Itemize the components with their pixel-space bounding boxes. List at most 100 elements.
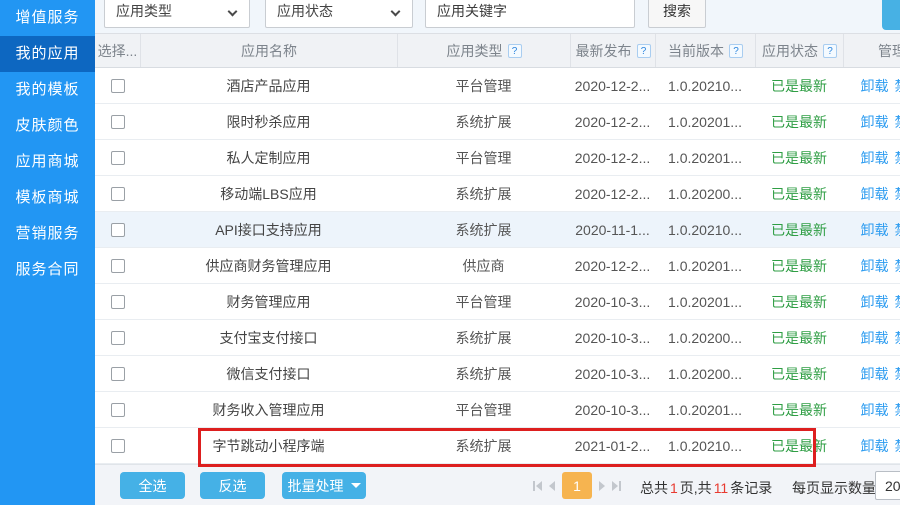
app-name-cell: 移动端LBS应用 [140,176,397,211]
checkbox-cell [95,176,140,211]
sidebar-item-6[interactable]: 营销服务 [0,216,95,252]
uninstall-link[interactable]: 卸载 [861,112,889,132]
sidebar-item-0[interactable]: 增值服务 [0,0,95,36]
app-name-cell: 私人定制应用 [140,140,397,175]
disable-link[interactable]: 禁用 [895,184,900,204]
version-cell: 1.0.20201... [655,392,755,427]
invert-selection-button[interactable]: 反选 [200,472,265,499]
app-type-cell: 系统扩展 [397,104,570,139]
uninstall-link[interactable]: 卸载 [861,220,889,240]
uninstall-link[interactable]: 卸载 [861,328,889,348]
column-header-2: 应用类型? [397,34,570,67]
column-header-label: 应用类型 [447,41,503,61]
uninstall-link[interactable]: 卸载 [861,292,889,312]
app-status-select[interactable]: 应用状态 [265,0,413,28]
table-row: 私人定制应用平台管理2020-12-2...1.0.20201...已是最新卸载… [95,140,900,176]
app-type-cell: 系统扩展 [397,428,570,463]
disable-link[interactable]: 禁用 [895,112,900,132]
checkbox-cell [95,68,140,103]
first-page-button[interactable] [533,481,542,491]
checkbox-cell [95,104,140,139]
last-page-button[interactable] [612,481,621,491]
record-count: 11 [714,480,729,496]
version-cell: 1.0.20200... [655,356,755,391]
help-icon[interactable]: ? [729,44,743,58]
search-button[interactable]: 搜索 [648,0,706,28]
per-page-select[interactable]: 20 [875,471,900,500]
disable-link[interactable]: 禁用 [895,364,900,384]
status-cell: 已是最新 [755,212,843,247]
app-name-cell: 支付宝支付接口 [140,320,397,355]
sidebar-item-7[interactable]: 服务合同 [0,252,95,288]
batch-process-button[interactable]: 批量处理 [282,472,366,499]
app-type-cell: 供应商 [397,248,570,283]
status-cell: 已是最新 [755,248,843,283]
app-type-cell: 平台管理 [397,284,570,319]
uninstall-link[interactable]: 卸载 [861,184,889,204]
help-icon[interactable]: ? [637,44,651,58]
disable-link[interactable]: 禁用 [895,436,900,456]
sidebar-item-4[interactable]: 应用商城 [0,144,95,180]
next-page-button[interactable] [599,481,605,491]
app-type-select[interactable]: 应用类型 [104,0,250,28]
row-checkbox[interactable] [111,439,125,453]
release-date-cell: 2021-01-2... [570,428,655,463]
status-cell: 已是最新 [755,176,843,211]
column-header-label: 当前版本 [668,41,724,61]
row-checkbox[interactable] [111,187,125,201]
disable-link[interactable]: 禁用 [895,400,900,420]
column-header-5: 应用状态? [755,34,843,67]
sidebar-item-1[interactable]: 我的应用 [0,36,95,72]
column-header-label: 管理 [878,41,900,61]
prev-page-button[interactable] [549,481,555,491]
row-checkbox[interactable] [111,295,125,309]
disable-link[interactable]: 禁用 [895,76,900,96]
footer-bar: 全选 反选 批量处理 1 总共1页,共11条记录 每页显示数量: 20 [95,464,900,505]
app-name-cell: 财务收入管理应用 [140,392,397,427]
row-checkbox[interactable] [111,367,125,381]
app-status-select-value: 应用状态 [277,1,333,21]
disable-link[interactable]: 禁用 [895,328,900,348]
disable-link[interactable]: 禁用 [895,256,900,276]
row-checkbox[interactable] [111,403,125,417]
column-header-label: 选择... [98,41,138,61]
row-checkbox[interactable] [111,259,125,273]
uninstall-link[interactable]: 卸载 [861,364,889,384]
row-checkbox[interactable] [111,223,125,237]
select-all-button[interactable]: 全选 [120,472,185,499]
sidebar-item-2[interactable]: 我的模板 [0,72,95,108]
row-checkbox[interactable] [111,331,125,345]
manage-cell: 卸载禁用 [843,392,900,427]
current-page-button[interactable]: 1 [562,472,592,499]
corner-action-button[interactable] [882,0,900,30]
row-checkbox[interactable] [111,115,125,129]
manage-cell: 卸载禁用 [843,140,900,175]
checkbox-cell [95,428,140,463]
app-name-cell: 限时秒杀应用 [140,104,397,139]
sidebar-item-3[interactable]: 皮肤颜色 [0,108,95,144]
status-cell: 已是最新 [755,140,843,175]
sidebar-item-5[interactable]: 模板商城 [0,180,95,216]
status-cell: 已是最新 [755,68,843,103]
column-header-6: 管理 [843,34,900,67]
keyword-input[interactable]: 应用关键字 [425,0,635,28]
help-icon[interactable]: ? [508,44,522,58]
uninstall-link[interactable]: 卸载 [861,256,889,276]
manage-cell: 卸载禁用 [843,68,900,103]
app-type-cell: 系统扩展 [397,212,570,247]
disable-link[interactable]: 禁用 [895,292,900,312]
version-cell: 1.0.20201... [655,140,755,175]
row-checkbox[interactable] [111,151,125,165]
checkbox-cell [95,392,140,427]
uninstall-link[interactable]: 卸载 [861,400,889,420]
table-row: 移动端LBS应用系统扩展2020-12-2...1.0.20200...已是最新… [95,176,900,212]
uninstall-link[interactable]: 卸载 [861,76,889,96]
disable-link[interactable]: 禁用 [895,220,900,240]
help-icon[interactable]: ? [823,44,837,58]
checkbox-cell [95,248,140,283]
row-checkbox[interactable] [111,79,125,93]
uninstall-link[interactable]: 卸载 [861,148,889,168]
status-cell: 已是最新 [755,428,843,463]
disable-link[interactable]: 禁用 [895,148,900,168]
uninstall-link[interactable]: 卸载 [861,436,889,456]
